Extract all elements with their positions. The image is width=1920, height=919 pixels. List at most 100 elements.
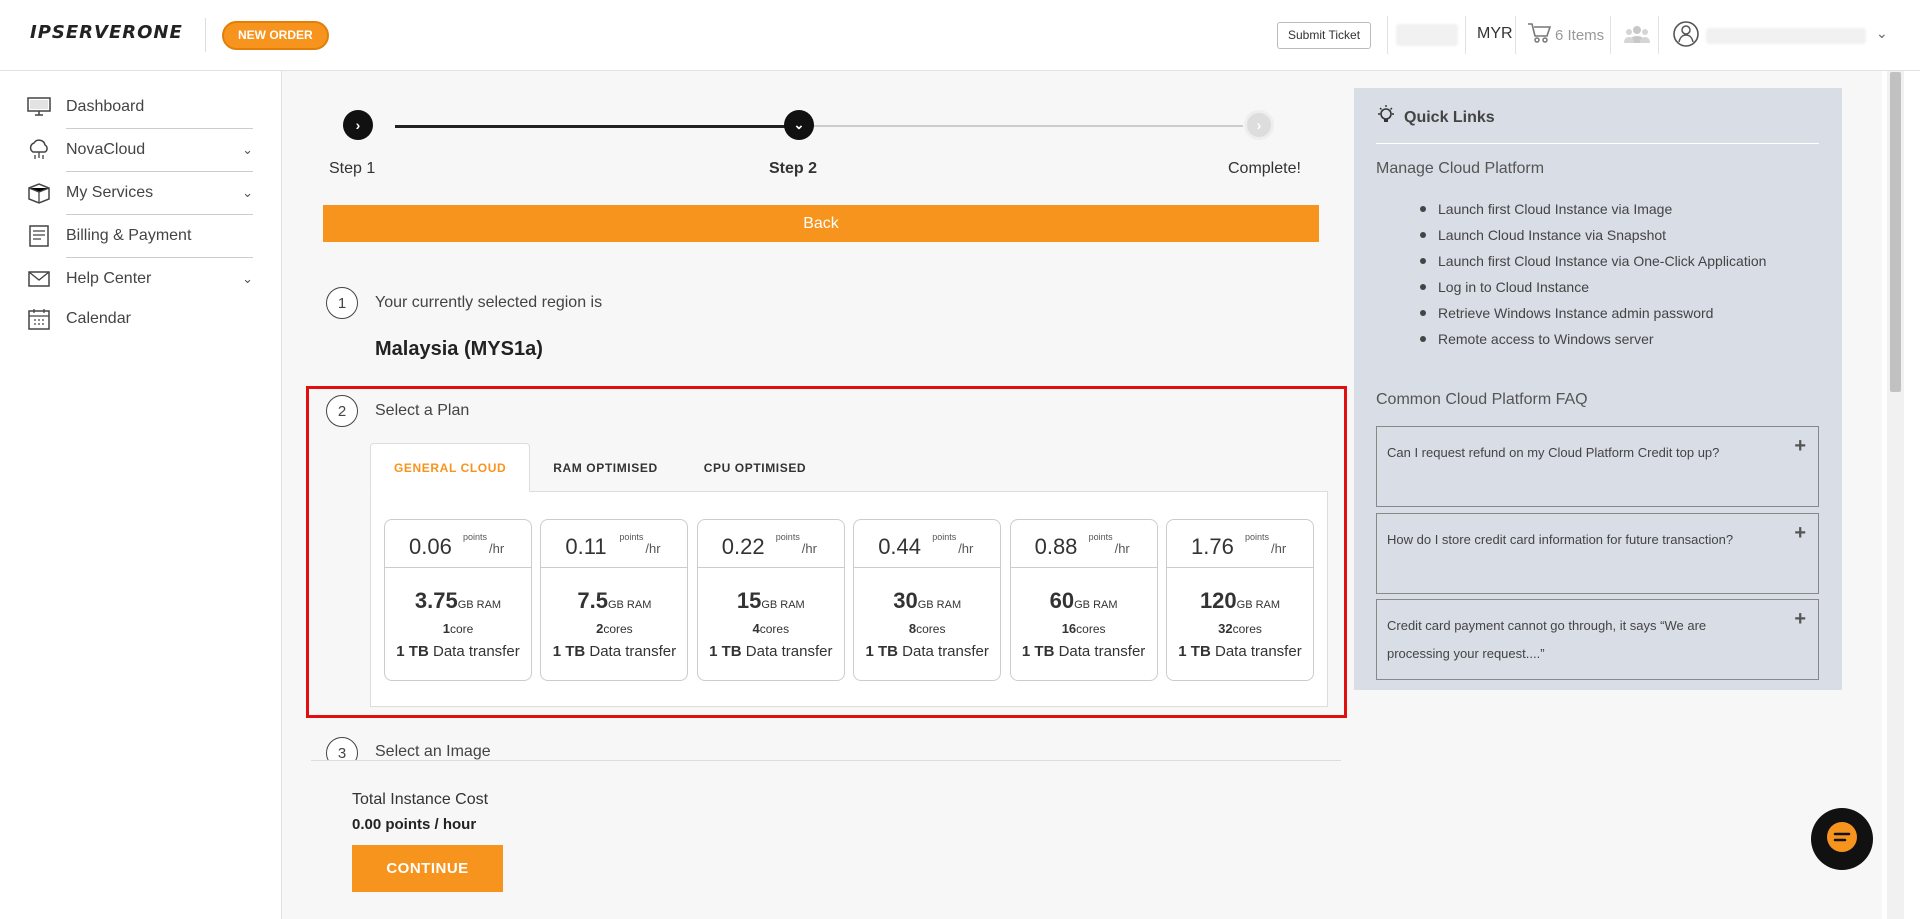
faq-title: Common Cloud Platform FAQ — [1376, 391, 1588, 408]
plan-cores: 4cores — [698, 621, 844, 636]
plan-cores-unit: cores — [1076, 622, 1106, 636]
tab-general-cloud[interactable]: GENERAL CLOUD — [370, 443, 531, 492]
sidebar-item-label: Dashboard — [66, 98, 145, 115]
plan-per-hour-label: /hr — [1114, 541, 1130, 556]
plan-cores-value: 1 — [442, 621, 450, 636]
sidebar-item-billing[interactable]: Billing & Payment — [26, 215, 253, 257]
sidebar-item-label: My Services — [66, 184, 154, 201]
lightbulb-icon — [1376, 104, 1396, 131]
plan-ram-value: 3.75 — [414, 588, 458, 613]
cart-link[interactable]: 6 Items — [1527, 22, 1604, 48]
plan-points-label: points — [463, 532, 488, 542]
chat-button[interactable] — [1811, 808, 1873, 870]
header-divider — [1387, 16, 1388, 54]
currency-selector[interactable]: MYR — [1477, 25, 1513, 43]
plan-card[interactable]: 0.44 points/hr 30GB RAM 8cores 1 TB Data tra… — [853, 519, 1002, 681]
plan-card[interactable]: 0.11 points/hr 7.5GB RAM 2cores 1 TB Data tr… — [540, 519, 689, 681]
plan-transfer-amount: 1 TB — [709, 643, 742, 660]
chevron-down-icon: ⌄ — [793, 117, 805, 132]
header-divider — [1610, 16, 1611, 54]
plan-transfer-amount: 1 TB — [1021, 643, 1055, 660]
plan-card[interactable]: 0.88 points/hr 60GB RAM 16cores 1 TB Data tr… — [1009, 519, 1158, 681]
plan-cores-unit: cores — [603, 622, 633, 636]
total-cost-value: 0.00 points / hour — [352, 816, 477, 833]
sidebar-item-novacloud[interactable]: NovaCloud ⌄ — [26, 129, 253, 171]
plus-icon[interactable]: + — [1794, 435, 1806, 458]
plan-cores: 1core — [385, 621, 531, 636]
plan-price: 1.76 — [1191, 534, 1234, 559]
tab-ram-optimised[interactable]: RAM OPTIMISED — [530, 443, 680, 492]
quick-links-title: Quick Links — [1404, 108, 1495, 126]
plus-icon[interactable]: + — [1794, 608, 1806, 631]
user-avatar-icon[interactable] — [1672, 20, 1700, 53]
quick-link[interactable]: Remote access to Windows server — [1420, 326, 1766, 352]
back-button[interactable]: Back — [323, 205, 1319, 242]
step-3-circle: › — [1244, 110, 1274, 140]
header-divider — [1515, 16, 1516, 54]
faq-item[interactable]: Credit card payment cannot go through, i… — [1376, 599, 1819, 680]
plan-price-row: 0.22 points/hr — [697, 520, 844, 568]
section-1-title: Your currently selected region is — [375, 294, 603, 311]
top-header: IPSERVERONE NEW ORDER Submit Ticket MYR … — [0, 0, 1920, 71]
continue-button[interactable]: CONTINUE — [352, 845, 503, 892]
plan-cores: 2cores — [541, 621, 687, 636]
plus-icon[interactable]: + — [1794, 522, 1806, 545]
plan-transfer: 1 TB Data transfer — [1167, 643, 1313, 660]
scrollbar-thumb[interactable] — [1890, 72, 1901, 392]
header-divider — [1658, 16, 1659, 54]
submit-ticket-button[interactable]: Submit Ticket — [1277, 22, 1372, 49]
plan-cores-unit: cores — [1232, 622, 1262, 636]
faq-question: Credit card payment cannot go through, i… — [1387, 618, 1707, 661]
plan-ram: 7.5GB RAM — [541, 588, 687, 614]
plan-cores-unit: cores — [759, 622, 790, 636]
quick-links-divider — [1376, 143, 1819, 144]
plan-ram-unit: GB RAM — [457, 599, 502, 611]
faq-item[interactable]: Can I request refund on my Cloud Platfor… — [1376, 426, 1819, 507]
user-name-redacted — [1706, 28, 1866, 44]
plan-cores-value: 4 — [752, 621, 760, 636]
step-2-circle: ⌄ — [784, 110, 814, 140]
sidebar-item-dashboard[interactable]: Dashboard — [26, 86, 253, 128]
section-2-title: Select a Plan — [375, 402, 470, 419]
header-divider — [205, 18, 206, 52]
sidebar-item-label: Billing & Payment — [66, 227, 192, 244]
quick-link[interactable]: Retrieve Windows Instance admin password — [1420, 300, 1766, 326]
plan-transfer: 1 TB Data transfer — [854, 643, 1000, 660]
faq-question: Can I request refund on my Cloud Platfor… — [1387, 445, 1720, 460]
section-1-number: 1 — [326, 287, 358, 319]
plan-tabs: GENERAL CLOUD RAM OPTIMISED CPU OPTIMISE… — [370, 443, 829, 492]
manage-cloud-title: Manage Cloud Platform — [1376, 160, 1545, 177]
chevron-down-icon[interactable]: ⌄ — [1876, 25, 1888, 42]
quick-link[interactable]: Launch Cloud Instance via Snapshot — [1420, 222, 1766, 248]
sidebar-item-help-center[interactable]: Help Center ⌄ — [26, 258, 253, 300]
tab-cpu-optimised[interactable]: CPU OPTIMISED — [681, 443, 829, 492]
calendar-icon — [26, 308, 52, 330]
plan-card[interactable]: 1.76 points/hr 120GB RAM 32cores 1 TB Data t… — [1166, 519, 1314, 681]
quick-link[interactable]: Log in to Cloud Instance — [1420, 274, 1766, 300]
plan-per-hour-label: /hr — [958, 541, 974, 556]
monitor-icon — [26, 96, 52, 118]
plan-transfer-amount: 1 TB — [1178, 643, 1211, 660]
plan-points-label: points — [1088, 532, 1113, 542]
box-icon — [26, 182, 52, 204]
sidebar-item-calendar[interactable]: Calendar — [26, 298, 253, 340]
plan-card[interactable]: 0.06 points/hr 3.75GB RAM 1core 1 TB Data tr… — [384, 519, 532, 681]
plan-ram-value: 7.5 — [577, 588, 608, 613]
plan-ram: 120GB RAM — [1167, 588, 1313, 614]
plan-ram-value: 30 — [893, 588, 918, 613]
plan-transfer: 1 TB Data transfer — [541, 643, 687, 660]
plan-transfer: 1 TB Data transfer — [385, 643, 531, 660]
users-icon[interactable] — [1624, 24, 1650, 49]
plan-ram-unit: GB RAM — [761, 599, 805, 611]
plan-per-hour-label: /hr — [645, 541, 661, 556]
plan-card[interactable]: 0.22 points/hr 15GB RAM 4cores 1 TB Data tra… — [696, 519, 845, 681]
quick-link[interactable]: Launch first Cloud Instance via One-Clic… — [1420, 248, 1766, 274]
sidebar-item-label: NovaCloud — [66, 141, 146, 158]
new-order-button[interactable]: NEW ORDER — [222, 21, 329, 50]
quick-link[interactable]: Launch first Cloud Instance via Image — [1420, 196, 1766, 222]
faq-item[interactable]: How do I store credit card information f… — [1376, 513, 1819, 594]
brand-logo[interactable]: IPSERVERONE — [30, 22, 183, 43]
sidebar-item-my-services[interactable]: My Services ⌄ — [26, 172, 253, 214]
section-2-number: 2 — [326, 395, 358, 427]
plan-cores: 32cores — [1167, 621, 1313, 636]
